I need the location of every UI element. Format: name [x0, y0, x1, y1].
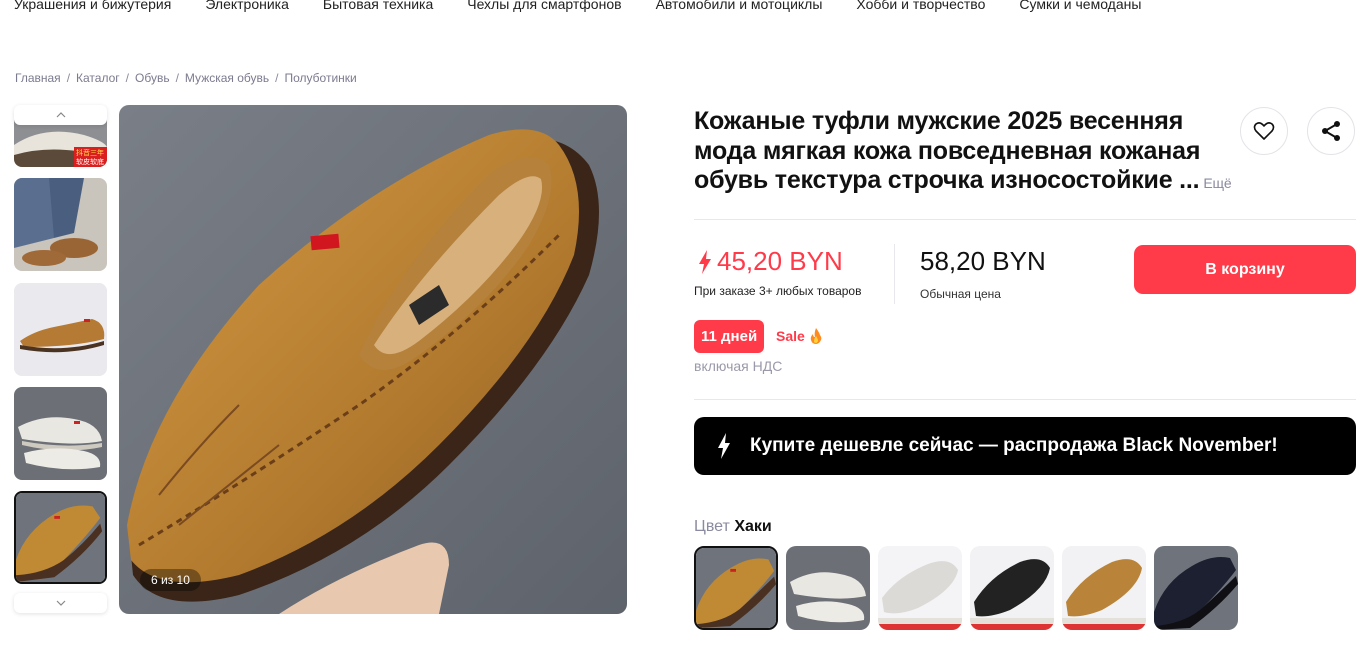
chevron-up-icon	[56, 112, 65, 118]
product-title-block: Кожаные туфли мужские 2025 весенняя мода…	[694, 107, 1234, 199]
price-divider	[894, 244, 895, 304]
nav-electronics[interactable]: Электроника	[205, 0, 289, 12]
vat-note: включая НДС	[694, 358, 783, 374]
color-swatch-white[interactable]	[786, 546, 870, 630]
breadcrumb-separator: /	[125, 71, 129, 85]
add-to-cart-button[interactable]: В корзину	[1134, 245, 1356, 294]
breadcrumb-shoes[interactable]: Обувь	[135, 71, 170, 85]
days-badge: 11 дней	[694, 320, 765, 353]
color-swatch-black-mesh[interactable]	[970, 546, 1054, 630]
promo-banner[interactable]: Купите дешевле сейчас — распродажа Black…	[694, 417, 1356, 475]
color-value: Хаки	[734, 518, 772, 535]
product-title: Кожаные туфли мужские 2025 весенняя мода…	[694, 107, 1201, 194]
color-swatch-black[interactable]	[1154, 546, 1238, 630]
nav-auto-moto[interactable]: Автомобили и мотоциклы	[656, 0, 823, 12]
color-swatch-khaki[interactable]	[694, 546, 778, 630]
nav-hobby[interactable]: Хобби и творчество	[856, 0, 985, 12]
title-more-link[interactable]: Ещё	[1203, 175, 1231, 191]
sale-label: Sale	[776, 328, 823, 344]
heart-icon	[1253, 122, 1275, 140]
thumbnails-scroll-up-button[interactable]	[14, 105, 107, 125]
color-swatch-white-mesh[interactable]	[878, 546, 962, 630]
nav-jewelry[interactable]: Украшения и бижутерия	[14, 0, 171, 12]
breadcrumb-home[interactable]: Главная	[15, 71, 61, 85]
thumbnail-4[interactable]	[14, 387, 107, 480]
share-button[interactable]	[1307, 107, 1355, 155]
breadcrumb-separator: /	[275, 71, 279, 85]
divider	[694, 219, 1356, 220]
thumbnail-5[interactable]	[14, 491, 107, 584]
lightning-icon	[718, 433, 730, 459]
nav-bags[interactable]: Сумки и чемоданы	[1019, 0, 1141, 12]
fire-icon	[810, 328, 822, 344]
color-swatch-brown-mesh[interactable]	[1062, 546, 1146, 630]
sale-price-note: При заказе 3+ любых товаров	[694, 284, 862, 298]
sale-price: 45,20 BYN	[697, 246, 843, 277]
breadcrumb-loafers[interactable]: Полуботинки	[285, 71, 357, 85]
nav-appliances[interactable]: Бытовая техника	[323, 0, 433, 12]
nav-phone-cases[interactable]: Чехлы для смартфонов	[467, 0, 621, 12]
regular-price-note: Обычная цена	[920, 287, 1001, 301]
color-key: Цвет	[694, 518, 730, 535]
breadcrumb-separator: /	[66, 71, 71, 85]
lightning-icon	[699, 249, 711, 274]
breadcrumb: Главная / Каталог / Обувь / Мужская обув…	[15, 71, 357, 85]
share-icon	[1322, 121, 1340, 141]
color-label: Цвет Хаки	[694, 518, 772, 536]
sale-price-value: 45,20 BYN	[717, 246, 843, 276]
sale-label-text: Sale	[776, 328, 805, 344]
divider	[694, 399, 1356, 400]
image-counter: 6 из 10	[140, 569, 201, 591]
regular-price: 58,20 BYN	[920, 246, 1046, 276]
favorite-button[interactable]	[1240, 107, 1288, 155]
main-product-image[interactable]	[119, 105, 627, 614]
breadcrumb-mens-shoes[interactable]: Мужская обувь	[185, 71, 269, 85]
chevron-down-icon	[56, 600, 65, 606]
breadcrumb-catalog[interactable]: Каталог	[76, 71, 120, 85]
thumbnail-2[interactable]	[14, 178, 107, 271]
thumbnail-badge-line1: 抖音三年	[76, 148, 104, 157]
promo-text: Купите дешевле сейчас — распродажа Black…	[750, 435, 1278, 456]
top-category-nav: Украшения и бижутерия Электроника Бытова…	[14, 0, 1175, 12]
thumbnail-badge-line2: 软皮软底	[76, 157, 104, 166]
thumbnails-scroll-down-button[interactable]	[14, 593, 107, 613]
thumbnail-strip: 抖音三年 软皮软底	[14, 105, 108, 615]
thumbnail-3[interactable]	[14, 283, 107, 376]
breadcrumb-separator: /	[175, 71, 179, 85]
